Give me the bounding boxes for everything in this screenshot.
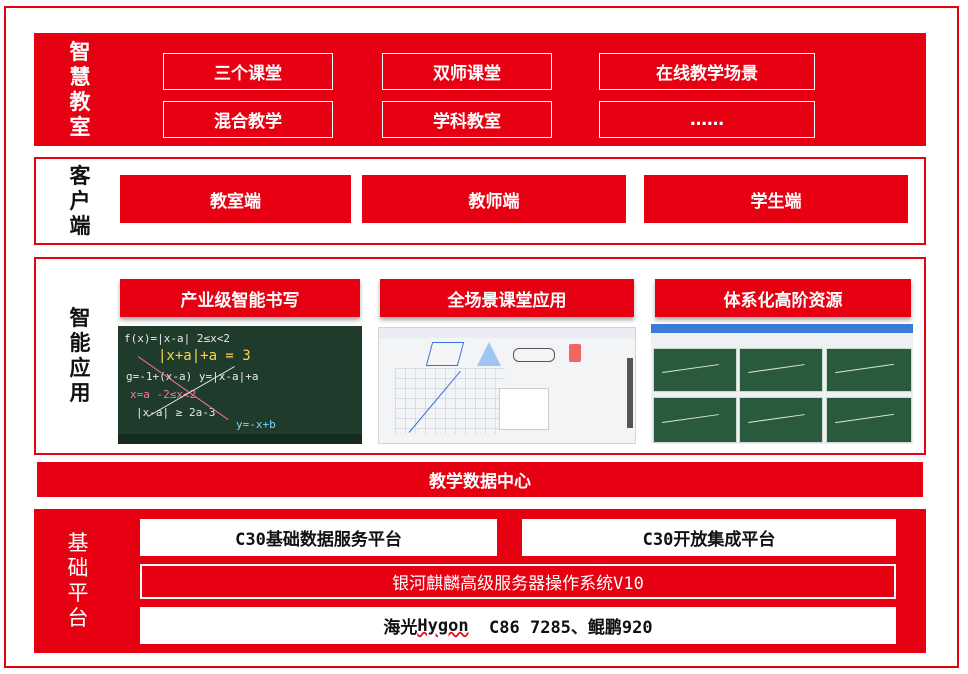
smart-classroom-layer: 智 慧 教 室 三个课堂 双师课堂 在线教学场景 混合教学 学科教室 ……	[34, 33, 926, 146]
hardware-cpus: C86 7285、鲲鹏920	[468, 618, 653, 638]
teaching-data-center-label: 教学数据中心	[429, 472, 531, 492]
kylin-os-label: 银河麒麟高级服务器操作系统V10	[392, 574, 644, 594]
full-scene-classroom-screenshot	[378, 327, 636, 444]
smart-classroom-label: 智 慧 教 室	[69, 39, 91, 139]
advanced-resources-header: 体系化高阶资源	[655, 279, 911, 317]
dual-teacher-classroom-box: 双师课堂	[382, 53, 552, 90]
base-platform-label: 基 础 平 台	[67, 531, 89, 630]
base-platform-layer: 基 础 平 台 C30基础数据服务平台 C30开放集成平台 银河麒麟高级服务器操…	[34, 509, 926, 653]
c30-data-service-box: C30基础数据服务平台	[140, 519, 497, 556]
smart-writing-header: 产业级智能书写	[120, 279, 360, 317]
hardware-hygon: Hygon	[417, 615, 469, 636]
teacher-client-box: 教师端	[362, 175, 626, 223]
kylin-os-box: 银河麒麟高级服务器操作系统V10	[140, 564, 896, 599]
smart-writing-screenshot: f(x)=|x-a| 2≤x<2 |x+a|+a = 3 g=-1+(x-a) …	[118, 326, 362, 444]
teaching-data-center-bar: 教学数据中心	[37, 462, 923, 497]
student-client-box: 学生端	[644, 175, 908, 223]
c30-integration-box: C30开放集成平台	[522, 519, 896, 556]
more-ellipsis-box: ……	[599, 101, 815, 138]
smart-application-label: 智 能 应 用	[69, 306, 91, 405]
client-layer: 客 户 端 教室端 教师端 学生端	[34, 157, 926, 245]
smart-application-layer: 智 能 应 用 产业级智能书写 f(x)=|x-a| 2≤x<2 |x+a|+a…	[34, 257, 926, 455]
three-classrooms-box: 三个课堂	[163, 53, 333, 90]
hardware-prefix: 海光	[383, 618, 418, 638]
classroom-client-box: 教室端	[120, 175, 351, 223]
advanced-resources-screenshot	[651, 324, 913, 444]
full-scene-classroom-header: 全场景课堂应用	[380, 279, 634, 317]
online-teaching-scenario-box: 在线教学场景	[599, 53, 815, 90]
client-label: 客 户 端	[69, 163, 91, 238]
hardware-box: 海光 Hygon C86 7285、鲲鹏920	[140, 607, 896, 644]
subject-classroom-box: 学科教室	[382, 101, 552, 138]
blended-teaching-box: 混合教学	[163, 101, 333, 138]
